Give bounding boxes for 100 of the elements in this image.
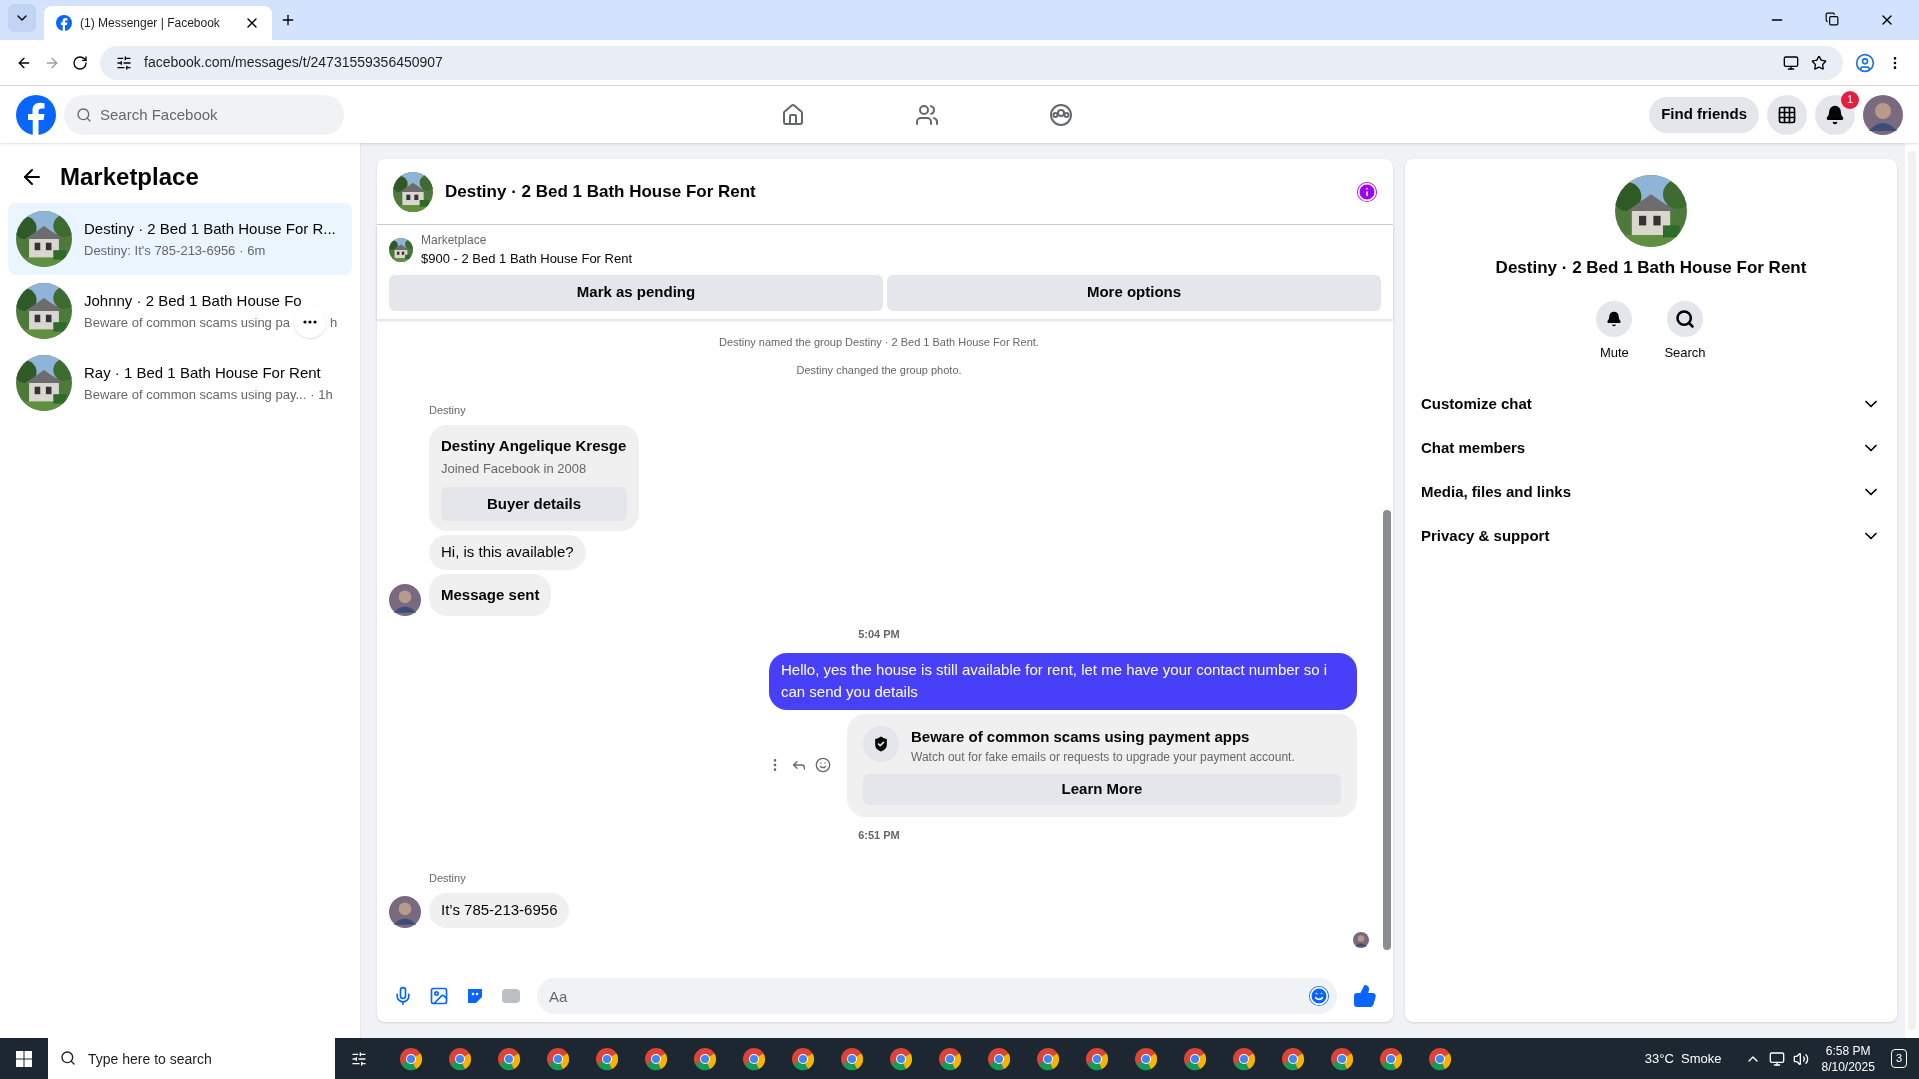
sticker-icon[interactable] xyxy=(465,986,485,1006)
chrome-icon[interactable] xyxy=(644,1046,668,1071)
chrome-icon[interactable] xyxy=(1134,1046,1158,1071)
chrome-icon[interactable] xyxy=(938,1046,962,1071)
chrome-icon[interactable] xyxy=(1330,1046,1354,1071)
apps-button[interactable] xyxy=(1767,94,1807,135)
chrome-icon[interactable] xyxy=(742,1046,766,1071)
sidebar-title: Marketplace xyxy=(60,162,199,192)
chrome-icon[interactable] xyxy=(497,1046,521,1071)
chrome-icon[interactable] xyxy=(693,1046,717,1071)
chrome-icon[interactable] xyxy=(791,1046,815,1071)
timestamp: 5:04 PM xyxy=(858,627,900,642)
tab-list-button[interactable] xyxy=(8,4,36,32)
photo-icon[interactable] xyxy=(429,986,449,1006)
like-icon[interactable] xyxy=(1353,984,1377,1008)
message-field[interactable]: Aa xyxy=(537,978,1337,1014)
details-section[interactable]: Privacy & support xyxy=(1421,514,1881,558)
browser-tab[interactable]: (1) Messenger | Facebook xyxy=(44,6,272,40)
search-icon xyxy=(60,1050,76,1066)
reload-icon[interactable] xyxy=(72,54,88,71)
conversation-title: Destiny · 2 Bed 1 Bath House For R... xyxy=(84,219,336,239)
system-message: Destiny changed the group photo. xyxy=(796,363,962,378)
conversation-title: Ray · 1 Bed 1 Bath House For Rent xyxy=(84,363,322,383)
timestamp: 6:51 PM xyxy=(858,827,900,843)
new-tab-icon[interactable] xyxy=(280,12,296,28)
address-bar[interactable]: facebook.com/messages/t/24731559356450907 xyxy=(100,45,1843,80)
install-icon[interactable] xyxy=(1783,54,1799,71)
conversation-item[interactable]: Johnny · 2 Bed 1 Bath House Fo Beware of common scams using pa h xyxy=(8,275,352,347)
friends-icon[interactable] xyxy=(914,102,939,127)
windows-icon[interactable] xyxy=(16,1050,32,1067)
scrollbar[interactable] xyxy=(1383,509,1391,950)
chrome-icon[interactable] xyxy=(448,1046,472,1071)
conversation-time: · 1h xyxy=(310,385,333,404)
details-title: Destiny · 2 Bed 1 Bath House For Rent xyxy=(1495,257,1807,279)
avatar xyxy=(389,584,421,616)
details-section[interactable]: Chat members xyxy=(1421,426,1881,470)
search-icon xyxy=(1675,308,1695,329)
microphone-icon[interactable] xyxy=(393,986,413,1006)
chrome-icon[interactable] xyxy=(1085,1046,1109,1071)
buyer-details-button[interactable]: Buyer details xyxy=(441,486,627,521)
chrome-icon[interactable] xyxy=(1428,1046,1452,1071)
chrome-icon[interactable] xyxy=(1036,1046,1060,1071)
learn-more-button[interactable]: Learn More xyxy=(863,774,1341,805)
sender-name: Destiny xyxy=(429,872,466,884)
notification-center[interactable]: 3 xyxy=(1890,1049,1907,1068)
conversation-item[interactable]: Ray · 1 Bed 1 Bath House For Rent Beware of common scams using pay... · 1h xyxy=(8,347,352,419)
search-field[interactable]: Search Facebook xyxy=(64,94,344,135)
page-scrollbar[interactable] xyxy=(1905,143,1919,1038)
volume-icon[interactable] xyxy=(1793,1050,1810,1067)
taskbar-search[interactable]: Type here to search xyxy=(48,1038,335,1079)
system-message: Destiny named the group Destiny · 2 Bed 1 Bath House For Rent. xyxy=(719,334,1039,350)
notice-title: Beware of common scams using payment apps xyxy=(911,726,1251,747)
more-button[interactable] xyxy=(293,306,326,339)
bell-icon xyxy=(1606,310,1623,327)
chrome-icon[interactable] xyxy=(840,1046,864,1071)
chrome-icon[interactable] xyxy=(1232,1046,1256,1071)
search-icon xyxy=(76,106,92,123)
emoji-icon[interactable] xyxy=(815,757,831,773)
tab-title: (1) Messenger | Facebook xyxy=(80,15,221,32)
chrome-icon[interactable] xyxy=(987,1046,1011,1071)
details-section[interactable]: Media, files and links xyxy=(1421,470,1881,514)
clock-date: 8/10/2025 xyxy=(1821,1058,1875,1075)
find-friends-button[interactable]: Find friends xyxy=(1649,96,1759,133)
listing-source: Marketplace xyxy=(421,232,488,249)
home-icon[interactable] xyxy=(780,102,805,127)
weather[interactable]: 33°C Smoke xyxy=(1644,1048,1722,1069)
avatar xyxy=(389,895,421,928)
avatar xyxy=(1353,931,1369,948)
chrome-icon[interactable] xyxy=(1183,1046,1207,1071)
chrome-icon[interactable] xyxy=(595,1046,619,1071)
facebook-logo[interactable] xyxy=(16,94,56,135)
chrome-icon[interactable] xyxy=(399,1046,423,1071)
chrome-icon[interactable] xyxy=(1379,1046,1403,1071)
site-settings-icon[interactable] xyxy=(116,54,132,71)
buyer-name: Destiny Angelique Kresge xyxy=(441,435,627,456)
notification-badge: 1 xyxy=(1841,90,1859,109)
restore-icon[interactable] xyxy=(1825,12,1839,26)
bookmark-icon[interactable] xyxy=(1811,54,1827,71)
conversation-item[interactable]: Destiny · 2 Bed 1 Bath House For R... Destiny: It's 785-213-6956 · 6m xyxy=(8,203,352,275)
avatar xyxy=(1863,94,1903,135)
profile-icon[interactable] xyxy=(1855,52,1875,73)
conversation-preview: Destiny: It's 785-213-6956 xyxy=(84,241,236,260)
message-bubble: It’s 785-213-6956 xyxy=(429,893,570,928)
chat-title: Destiny · 2 Bed 1 Bath House For Rent xyxy=(445,180,757,203)
chrome-icon[interactable] xyxy=(546,1046,570,1071)
joined-text: Joined Facebook in 2008 xyxy=(441,460,588,478)
chrome-icon[interactable] xyxy=(1281,1046,1305,1071)
conversation-time: · 6m xyxy=(239,241,266,260)
url-text: facebook.com/messages/t/24731559356450907 xyxy=(144,53,444,72)
notice-text: Watch out for fake emails or requests to upgrade your payment account. xyxy=(911,749,1295,766)
network-icon[interactable] xyxy=(1769,1050,1786,1067)
conversation-title: Johnny · 2 Bed 1 Bath House Fo xyxy=(84,291,303,311)
details-section[interactable]: Customize chat xyxy=(1421,382,1881,426)
more-icon xyxy=(302,320,317,325)
listing-action-button[interactable]: Mark as pending xyxy=(389,274,883,311)
clock-time: 6:58 PM xyxy=(1825,1042,1871,1059)
facebook-icon xyxy=(56,15,72,31)
groups-icon[interactable] xyxy=(1048,102,1073,127)
listing-action-button[interactable]: More options xyxy=(887,274,1381,311)
chrome-icon[interactable] xyxy=(889,1046,913,1071)
